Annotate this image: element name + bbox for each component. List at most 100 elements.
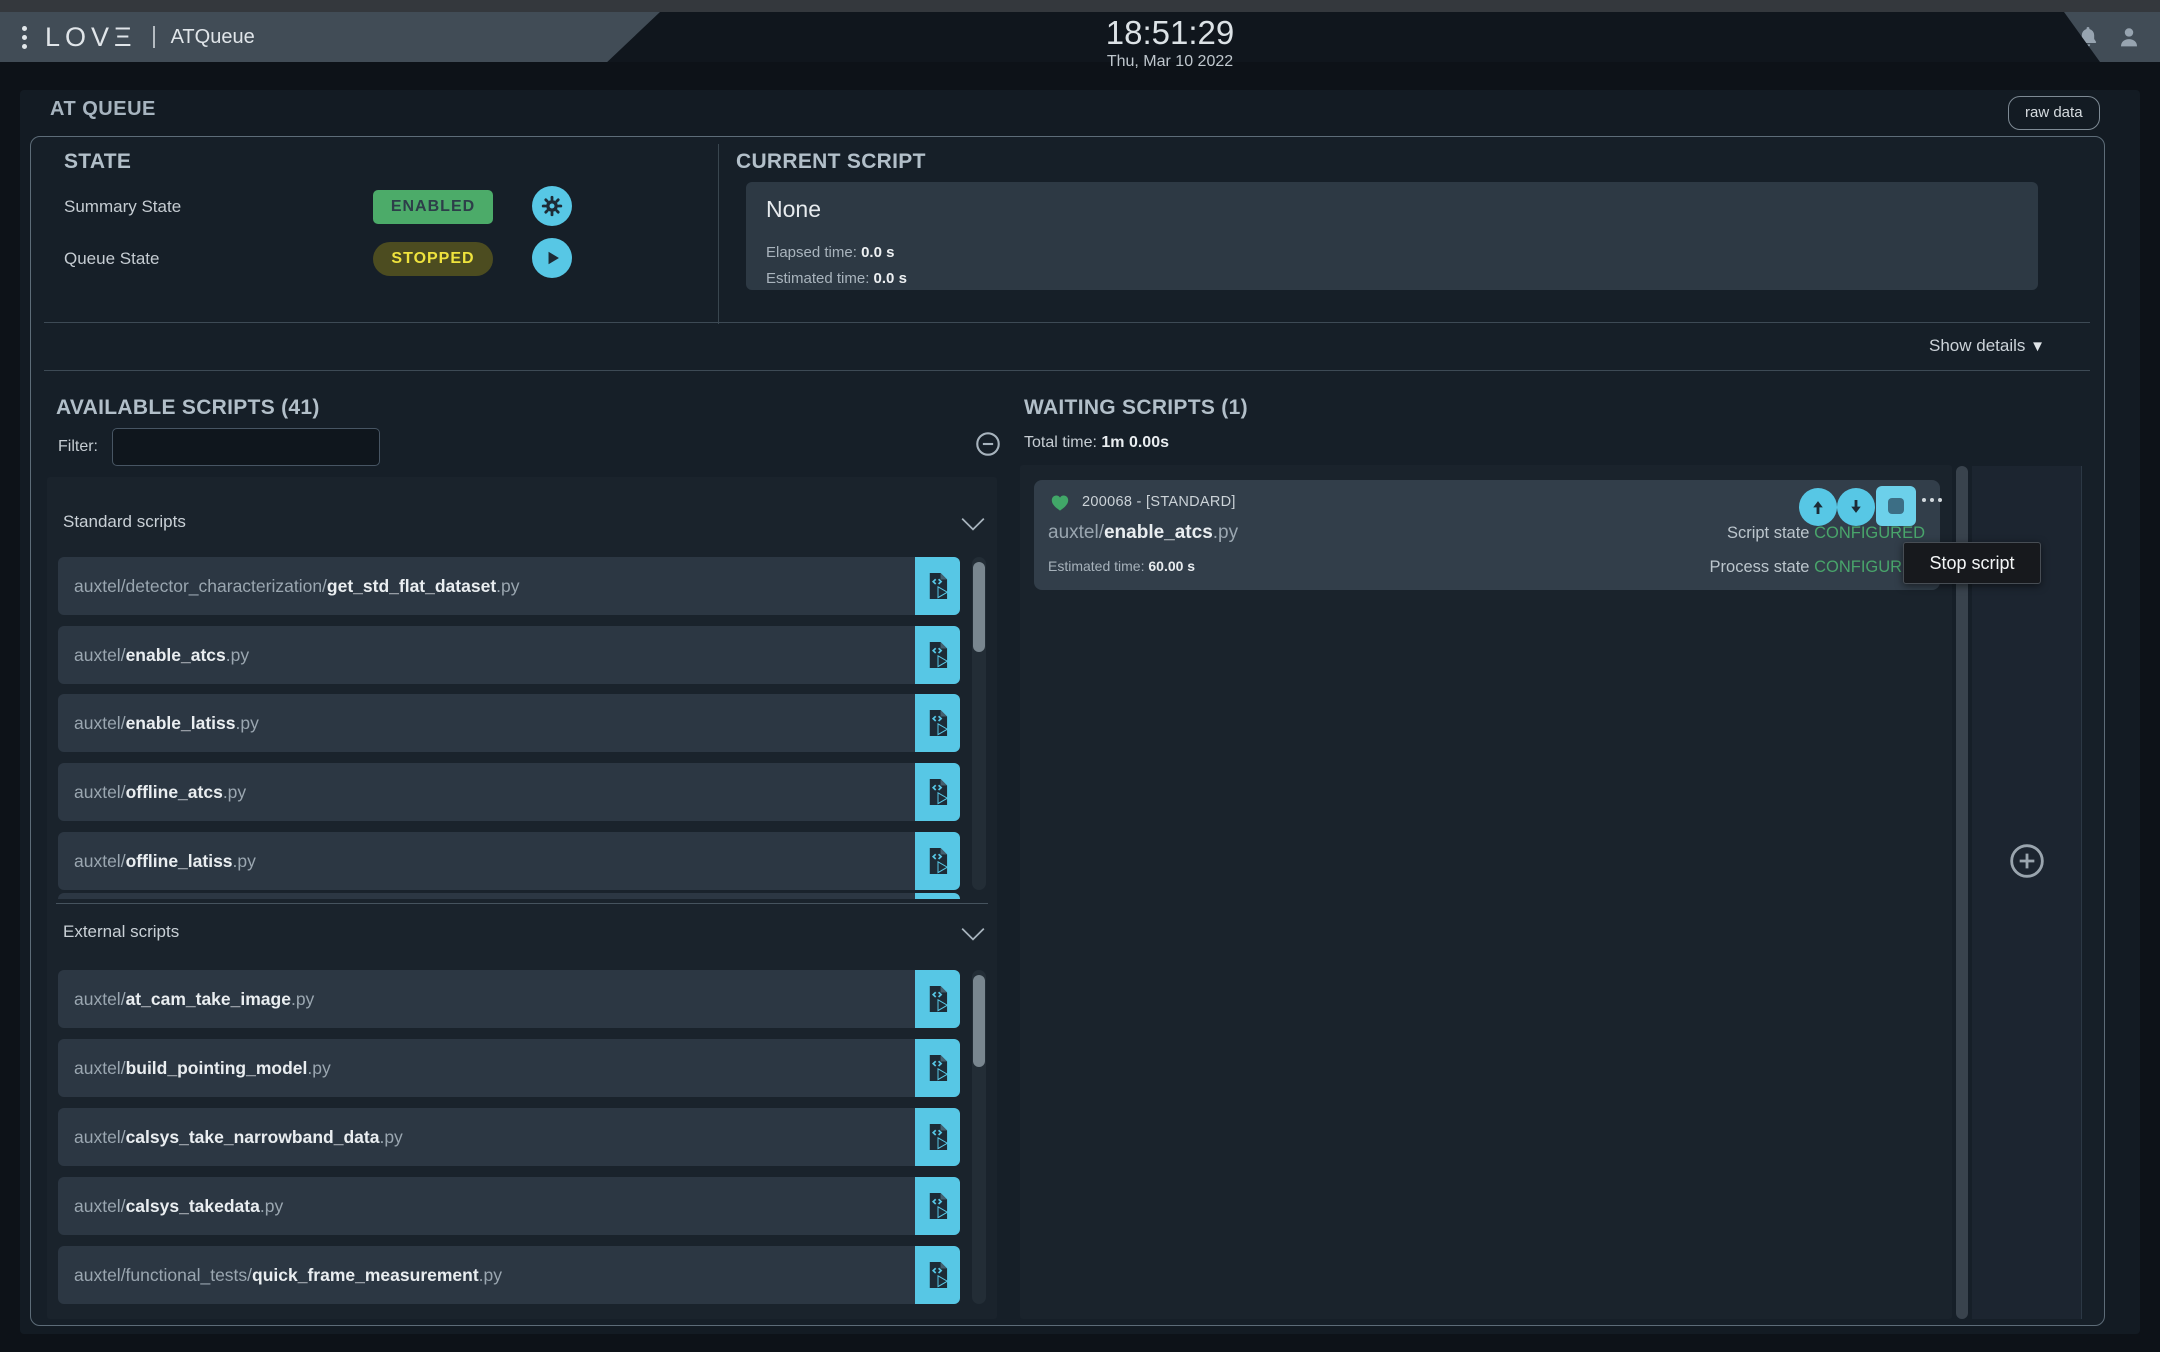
estimated-time-value: 60.00 s (1148, 558, 1196, 574)
add-script-button[interactable] (915, 694, 960, 752)
process-state-line: Process state CONFIGURED (1600, 558, 1925, 577)
logo-separator (152, 26, 155, 48)
filter-label: Filter: (58, 438, 98, 455)
script-path: auxtel/at_cam_take_image.py (74, 989, 315, 1009)
add-script-button[interactable] (915, 1108, 960, 1166)
total-time-label: Total time: (1024, 434, 1097, 451)
estimated-time-label: Estimated time: (766, 270, 870, 287)
script-row: auxtel/enable_atcs.py (58, 626, 960, 684)
script-row: auxtel/detector_characterization/get_std… (58, 557, 960, 615)
move-script-up-button[interactable] (1799, 488, 1837, 526)
current-script-heading: CURRENT SCRIPT (736, 150, 926, 173)
external-scripts-scrollbar (972, 970, 986, 1304)
stop-script-button[interactable] (1876, 486, 1916, 526)
state-heading: STATE (64, 150, 132, 173)
script-path: auxtel/calsys_take_narrowband_data.py (74, 1127, 403, 1147)
window-top-strip (0, 0, 2160, 12)
add-script-button[interactable] (915, 1039, 960, 1097)
show-details-toggle[interactable]: Show details ▼ (1800, 336, 2045, 356)
atqueue-screen: LOVΞ ATQueue 18:51:29 Thu, Mar 10 2022 A… (0, 0, 2160, 1352)
arrow-up-icon (1813, 501, 1823, 515)
elapsed-time-label: Elapsed time: (766, 244, 857, 261)
script-path: auxtel/offline_atcs.py (74, 782, 247, 802)
queue-state-label: Queue State (64, 249, 160, 268)
state-current-divider (718, 144, 719, 324)
expand-plus-icon[interactable] (2007, 841, 2047, 881)
header-left-tab: LOVΞ ATQueue (0, 12, 660, 62)
total-time-line: Total time: 1m 0.00s (1024, 434, 1169, 452)
current-script-name: None (766, 196, 821, 222)
script-row: auxtel/offline_atcs.py (58, 763, 960, 821)
script-state-value: CONFIGURED (1814, 524, 1925, 542)
user-account-icon[interactable] (2116, 24, 2142, 50)
standard-scripts-scrollbar (972, 557, 986, 890)
stop-square-icon (1888, 498, 1904, 514)
script-state-line: Script state CONFIGURED (1600, 524, 1925, 543)
add-script-button[interactable] (915, 970, 960, 1028)
standard-scripts-group-header[interactable]: Standard scripts (63, 512, 186, 532)
script-id-line: 200068 - [STANDARD] (1082, 494, 1236, 510)
waiting-scripts-container (1020, 465, 1952, 1319)
menu-kebab-icon[interactable] (22, 25, 29, 49)
finished-scripts-collapsed-column (1972, 466, 2082, 1319)
script-row: auxtel/calsys_take_narrowband_data.py (58, 1108, 960, 1166)
raw-data-button[interactable]: raw data (2008, 96, 2100, 130)
heartbeat-heart-icon (1051, 495, 1069, 511)
collapse-minus-icon[interactable] (974, 430, 1002, 458)
script-row: auxtel/functional_tests/quick_frame_meas… (58, 1246, 960, 1304)
filter-input[interactable] (112, 428, 380, 466)
elapsed-time-value: 0.0 s (861, 244, 895, 261)
waiting-scripts-scrollbar[interactable] (1956, 466, 1968, 1319)
more-options-ellipsis-icon[interactable] (1922, 498, 1942, 502)
waiting-script-path: auxtel/enable_atcs.py (1048, 522, 1239, 543)
chevron-down-icon (961, 927, 985, 941)
queue-state-badge: STOPPED (373, 242, 493, 276)
estimated-time-line: Estimated time: 0.0 s (766, 270, 907, 287)
chevron-down-icon (961, 517, 985, 531)
summary-state-badge: ENABLED (373, 190, 493, 224)
add-script-button[interactable] (915, 626, 960, 684)
script-path: auxtel/offline_latiss.py (74, 851, 256, 871)
script-index: 200068 (1082, 494, 1133, 510)
group-divider (56, 903, 988, 904)
clock: 18:51:29 Thu, Mar 10 2022 (1106, 14, 1234, 72)
estimated-time-label: Estimated time: (1048, 558, 1145, 574)
script-type-tag: [STANDARD] (1146, 494, 1236, 510)
script-row: auxtel/at_cam_take_image.py (58, 970, 960, 1028)
summary-state-label: Summary State (64, 197, 182, 216)
script-path: auxtel/functional_tests/quick_frame_meas… (74, 1265, 503, 1285)
script-launch-icon (929, 1054, 948, 1082)
script-row: auxtel/calsys_takedata.py (58, 1177, 960, 1235)
external-scripts-group-header[interactable]: External scripts (63, 922, 179, 942)
script-path: auxtel/detector_characterization/get_std… (74, 576, 520, 596)
chevron-down-triangle-icon: ▼ (2030, 338, 2045, 355)
script-launch-icon (929, 985, 948, 1013)
scrollbar-thumb[interactable] (973, 562, 985, 652)
script-row-partially-scrolled (58, 893, 960, 899)
add-script-button[interactable] (915, 557, 960, 615)
scrollbar-thumb[interactable] (973, 975, 985, 1067)
play-icon (548, 251, 559, 265)
script-launch-icon (929, 641, 948, 669)
add-script-button[interactable] (915, 1177, 960, 1235)
add-script-button[interactable] (915, 763, 960, 821)
queue-play-button[interactable] (532, 238, 572, 278)
script-path: auxtel/enable_atcs.py (74, 645, 250, 665)
script-row: auxtel/offline_latiss.py (58, 832, 960, 890)
move-script-down-button[interactable] (1837, 488, 1875, 526)
gear-icon (541, 195, 563, 217)
waiting-script-card: 200068 - [STANDARD] auxtel/enable_atcs.p… (1034, 480, 1942, 590)
page-title: AT QUEUE (50, 98, 156, 120)
add-script-button[interactable] (915, 1246, 960, 1304)
available-scripts-heading: AVAILABLE SCRIPTS (41) (56, 396, 320, 419)
process-state-label: Process state (1709, 558, 1810, 576)
summary-state-settings-button[interactable] (532, 186, 572, 226)
estimated-time-value: 0.0 s (873, 270, 907, 287)
details-section-divider (44, 370, 2090, 371)
clock-date: Thu, Mar 10 2022 (1106, 53, 1234, 70)
script-launch-icon (929, 572, 948, 600)
script-path: auxtel/calsys_takedata.py (74, 1196, 284, 1216)
arrow-down-icon (1851, 499, 1861, 513)
script-state-label: Script state (1726, 524, 1810, 542)
add-script-button[interactable] (915, 832, 960, 890)
